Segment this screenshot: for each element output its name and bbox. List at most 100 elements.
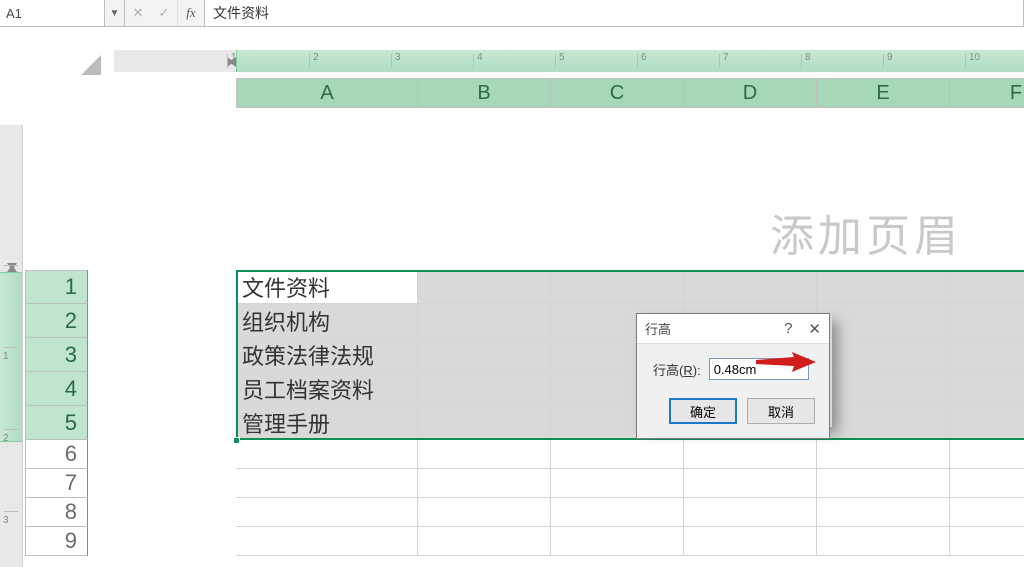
ruler-tick-label: 5 — [559, 52, 565, 63]
ok-button[interactable]: 确定 — [669, 398, 737, 424]
fx-icon[interactable]: fx — [178, 0, 204, 26]
cell[interactable] — [418, 527, 551, 556]
cell[interactable] — [817, 527, 950, 556]
table-row: 组织机构 — [236, 304, 1024, 338]
help-icon[interactable]: ? — [784, 320, 792, 337]
cell[interactable] — [950, 304, 1024, 338]
cell[interactable] — [950, 527, 1024, 556]
cell[interactable] — [236, 469, 418, 498]
cell[interactable] — [817, 498, 950, 527]
cell[interactable] — [817, 406, 950, 440]
dialog-title: 行高 — [645, 319, 671, 338]
cancel-button[interactable]: 取消 — [747, 398, 815, 424]
row-header[interactable]: 9 — [25, 527, 88, 556]
cell[interactable] — [950, 270, 1024, 304]
cell[interactable] — [551, 469, 684, 498]
ruler-tick-label: 1 — [3, 351, 9, 362]
column-header[interactable]: B — [418, 78, 551, 108]
table-row: 管理手册 — [236, 406, 1024, 440]
table-row — [236, 527, 1024, 556]
cell[interactable] — [551, 270, 684, 304]
column-header[interactable]: C — [551, 78, 684, 108]
cell[interactable] — [236, 527, 418, 556]
table-row — [236, 498, 1024, 527]
cell[interactable] — [817, 270, 950, 304]
cell[interactable]: 文件资料 — [236, 270, 418, 304]
cell[interactable] — [817, 469, 950, 498]
cell[interactable] — [418, 372, 551, 406]
column-headers: ABCDEF — [236, 78, 1024, 108]
row-header[interactable]: 4 — [25, 372, 88, 406]
row-header[interactable]: 7 — [25, 469, 88, 498]
cell[interactable] — [418, 469, 551, 498]
cell[interactable] — [418, 270, 551, 304]
row-height-label: 行高(R): — [653, 360, 701, 379]
cell[interactable] — [236, 498, 418, 527]
cell[interactable] — [551, 440, 684, 469]
cell[interactable] — [950, 338, 1024, 372]
ruler-tick-label: 8 — [805, 52, 811, 63]
column-header[interactable]: E — [817, 78, 950, 108]
cell[interactable] — [418, 440, 551, 469]
ruler-tick-label: 10 — [969, 52, 980, 63]
cell[interactable] — [551, 498, 684, 527]
row-height-input[interactable] — [709, 358, 809, 380]
row-headers: 123456789 — [25, 270, 88, 556]
confirm-entry-icon[interactable]: ✓ — [151, 0, 177, 26]
dialog-titlebar[interactable]: 行高 ? ✕ — [637, 314, 829, 344]
cell[interactable] — [950, 406, 1024, 440]
ruler-tick-label: 2 — [313, 52, 319, 63]
cell[interactable]: 管理手册 — [236, 406, 418, 440]
row-height-dialog: 行高 ? ✕ 行高(R): 确定 取消 — [636, 313, 830, 439]
close-icon[interactable]: ✕ — [808, 320, 821, 338]
table-row: 员工档案资料 — [236, 372, 1024, 406]
column-header[interactable]: F — [950, 78, 1024, 108]
cell[interactable] — [684, 270, 817, 304]
ruler-tick-label: 6 — [641, 52, 647, 63]
ruler-vertical[interactable]: 1 2 3 — [0, 125, 23, 567]
ruler-tick-label: 9 — [887, 52, 893, 63]
name-box[interactable] — [0, 0, 105, 26]
cell[interactable] — [684, 440, 817, 469]
cell[interactable] — [684, 498, 817, 527]
formula-input[interactable] — [204, 0, 1024, 26]
cell[interactable] — [817, 338, 950, 372]
cell[interactable] — [817, 440, 950, 469]
column-header[interactable]: A — [236, 78, 418, 108]
cell[interactable]: 员工档案资料 — [236, 372, 418, 406]
cell[interactable] — [950, 498, 1024, 527]
cell[interactable] — [950, 440, 1024, 469]
cell[interactable] — [950, 469, 1024, 498]
select-all-triangle[interactable] — [25, 52, 105, 77]
cell[interactable] — [236, 440, 418, 469]
cell[interactable]: 政策法律法规 — [236, 338, 418, 372]
table-row — [236, 440, 1024, 469]
row-header[interactable]: 2 — [25, 304, 88, 338]
ruler-tick-label: 3 — [3, 515, 9, 526]
cell[interactable] — [817, 372, 950, 406]
row-header[interactable]: 5 — [25, 406, 88, 440]
row-header[interactable]: 8 — [25, 498, 88, 527]
ruler-tick-label: 4 — [477, 52, 483, 63]
cell[interactable] — [418, 406, 551, 440]
column-header[interactable]: D — [684, 78, 817, 108]
name-box-dropdown-icon[interactable]: ▼ — [105, 0, 125, 26]
cell[interactable] — [684, 469, 817, 498]
cell[interactable] — [551, 527, 684, 556]
cell[interactable]: 组织机构 — [236, 304, 418, 338]
row-header[interactable]: 1 — [25, 270, 88, 304]
row-header[interactable]: 3 — [25, 338, 88, 372]
row-header[interactable]: 6 — [25, 440, 88, 469]
cell[interactable] — [418, 498, 551, 527]
header-watermark[interactable]: 添加页眉 — [770, 200, 962, 264]
cell[interactable] — [418, 304, 551, 338]
cell[interactable] — [817, 304, 950, 338]
fill-handle[interactable] — [233, 437, 240, 444]
spreadsheet-grid[interactable]: 文件资料组织机构政策法律法规员工档案资料管理手册 — [236, 270, 1024, 556]
cell[interactable] — [684, 527, 817, 556]
cell[interactable] — [418, 338, 551, 372]
ruler-tick-label: 1 — [231, 52, 237, 63]
ruler-horizontal[interactable]: 1 2 3 4 5 6 7 8 9 10 11 — [114, 50, 1024, 72]
cell[interactable] — [950, 372, 1024, 406]
cancel-entry-icon[interactable]: ✕ — [125, 0, 151, 26]
